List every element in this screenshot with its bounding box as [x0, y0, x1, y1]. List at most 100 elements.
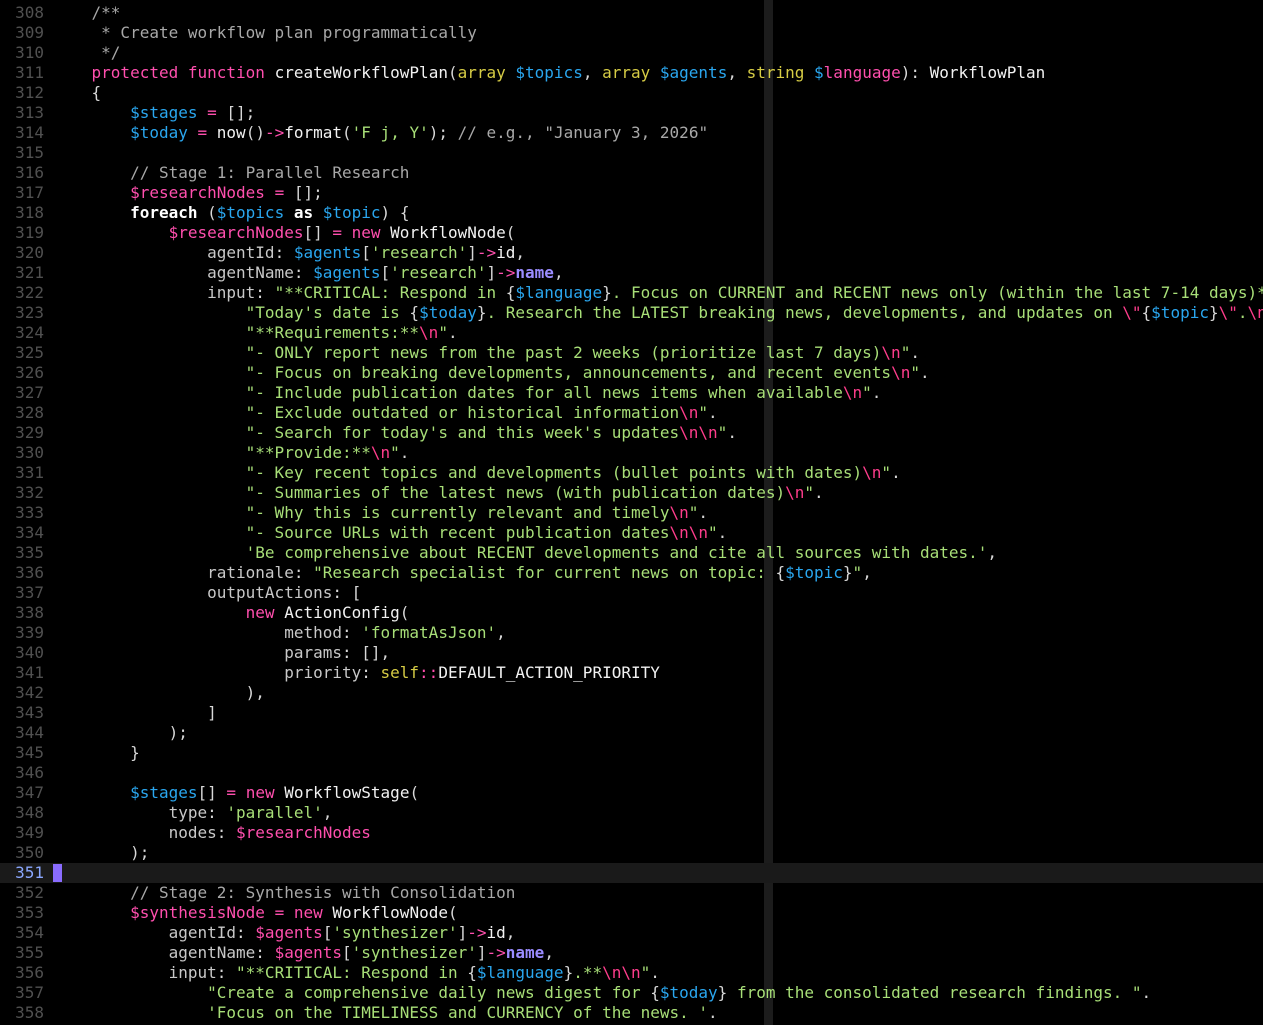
code-line[interactable]: 338 new ActionConfig(: [0, 603, 1263, 623]
code-line[interactable]: 335 'Be comprehensive about RECENT devel…: [0, 543, 1263, 563]
code-line[interactable]: 310 */: [0, 43, 1263, 63]
code-line[interactable]: 355 agentName: $agents['synthesizer']->n…: [0, 943, 1263, 963]
code-line[interactable]: 354 agentId: $agents['synthesizer']->id,: [0, 923, 1263, 943]
code-text[interactable]: "- Source URLs with recent publication d…: [53, 523, 728, 543]
code-line[interactable]: 317 $researchNodes = [];: [0, 183, 1263, 203]
code-line[interactable]: 349 nodes: $researchNodes: [0, 823, 1263, 843]
code-text[interactable]: "Create a comprehensive daily news diges…: [53, 983, 1151, 1003]
code-line[interactable]: 327 "- Include publication dates for all…: [0, 383, 1263, 403]
code-line[interactable]: 328 "- Exclude outdated or historical in…: [0, 403, 1263, 423]
code-text[interactable]: $stages = [];: [53, 103, 255, 123]
code-line[interactable]: 334 "- Source URLs with recent publicati…: [0, 523, 1263, 543]
code-text[interactable]: /**: [53, 3, 121, 23]
code-line[interactable]: 332 "- Summaries of the latest news (wit…: [0, 483, 1263, 503]
code-text[interactable]: 'Focus on the TIMELINESS and CURRENCY of…: [53, 1003, 718, 1023]
code-line[interactable]: 314 $today = now()->format('F j, Y'); //…: [0, 123, 1263, 143]
code-line[interactable]: 320 agentId: $agents['research']->id,: [0, 243, 1263, 263]
code-line[interactable]: 326 "- Focus on breaking developments, a…: [0, 363, 1263, 383]
code-line[interactable]: 345 }: [0, 743, 1263, 763]
code-text[interactable]: "- Focus on breaking developments, annou…: [53, 363, 930, 383]
code-line[interactable]: 329 "- Search for today's and this week'…: [0, 423, 1263, 443]
code-text[interactable]: rationale: "Research specialist for curr…: [53, 563, 872, 583]
code-text[interactable]: $today = now()->format('F j, Y'); // e.g…: [53, 123, 708, 143]
code-text[interactable]: agentId: $agents['synthesizer']->id,: [53, 923, 516, 943]
code-line[interactable]: 344 );: [0, 723, 1263, 743]
code-text[interactable]: nodes: $researchNodes: [53, 823, 371, 843]
code-line[interactable]: 333 "- Why this is currently relevant an…: [0, 503, 1263, 523]
code-text[interactable]: new ActionConfig(: [53, 603, 410, 623]
code-text[interactable]: agentId: $agents['research']->id,: [53, 243, 525, 263]
current-code-line[interactable]: 351: [0, 863, 1263, 883]
code-line[interactable]: 341 priority: self::DEFAULT_ACTION_PRIOR…: [0, 663, 1263, 683]
code-text[interactable]: "**Requirements:**\n".: [53, 323, 458, 343]
code-line[interactable]: 358 'Focus on the TIMELINESS and CURRENC…: [0, 1003, 1263, 1023]
code-text[interactable]: );: [53, 723, 188, 743]
code-text[interactable]: $synthesisNode = new WorkflowNode(: [53, 903, 458, 923]
code-text[interactable]: 'Be comprehensive about RECENT developme…: [53, 543, 997, 563]
code-text[interactable]: "**Provide:**\n".: [53, 443, 410, 463]
code-line[interactable]: 309 * Create workflow plan programmatica…: [0, 23, 1263, 43]
code-text[interactable]: "- Key recent topics and developments (b…: [53, 463, 901, 483]
code-text[interactable]: priority: self::DEFAULT_ACTION_PRIORITY: [53, 663, 660, 683]
code-text[interactable]: "- Summaries of the latest news (with pu…: [53, 483, 824, 503]
code-line[interactable]: 347 $stages[] = new WorkflowStage(: [0, 783, 1263, 803]
code-line[interactable]: 315: [0, 143, 1263, 163]
code-text[interactable]: params: [],: [53, 643, 390, 663]
code-line[interactable]: 312 {: [0, 83, 1263, 103]
code-line[interactable]: 352 // Stage 2: Synthesis with Consolida…: [0, 883, 1263, 903]
code-line[interactable]: 323 "Today's date is {$today}. Research …: [0, 303, 1263, 323]
code-line[interactable]: 321 agentName: $agents['research']->name…: [0, 263, 1263, 283]
code-line[interactable]: 319 $researchNodes[] = new WorkflowNode(: [0, 223, 1263, 243]
code-text[interactable]: $researchNodes = [];: [53, 183, 323, 203]
code-line[interactable]: 330 "**Provide:**\n".: [0, 443, 1263, 463]
code-text[interactable]: $stages[] = new WorkflowStage(: [53, 783, 419, 803]
code-text[interactable]: agentName: $agents['research']->name,: [53, 263, 563, 283]
code-line[interactable]: 331 "- Key recent topics and development…: [0, 463, 1263, 483]
code-line[interactable]: 336 rationale: "Research specialist for …: [0, 563, 1263, 583]
code-text[interactable]: // Stage 2: Synthesis with Consolidation: [53, 883, 515, 903]
code-text[interactable]: "- ONLY report news from the past 2 week…: [53, 343, 920, 363]
code-line[interactable]: 322 input: "**CRITICAL: Respond in {$lan…: [0, 283, 1263, 303]
code-text[interactable]: "- Include publication dates for all new…: [53, 383, 882, 403]
code-line[interactable]: 350 );: [0, 843, 1263, 863]
code-line[interactable]: 356 input: "**CRITICAL: Respond in {$lan…: [0, 963, 1263, 983]
code-line[interactable]: 324 "**Requirements:**\n".: [0, 323, 1263, 343]
code-line[interactable]: 325 "- ONLY report news from the past 2 …: [0, 343, 1263, 363]
code-line[interactable]: 348 type: 'parallel',: [0, 803, 1263, 823]
code-text[interactable]: agentName: $agents['synthesizer']->name,: [53, 943, 554, 963]
code-line[interactable]: 337 outputActions: [: [0, 583, 1263, 603]
code-text[interactable]: "- Why this is currently relevant and ti…: [53, 503, 708, 523]
code-line[interactable]: 339 method: 'formatAsJson',: [0, 623, 1263, 643]
code-text[interactable]: {: [53, 83, 102, 103]
code-line[interactable]: 318 foreach ($topics as $topic) {: [0, 203, 1263, 223]
code-text[interactable]: type: 'parallel',: [53, 803, 333, 823]
code-text[interactable]: ]: [53, 703, 217, 723]
editor-lines[interactable]: 308 /** 309 * Create workflow plan progra…: [0, 3, 1263, 1023]
code-line[interactable]: 343 ]: [0, 703, 1263, 723]
code-text[interactable]: // Stage 1: Parallel Research: [53, 163, 409, 183]
code-text[interactable]: );: [53, 843, 149, 863]
code-text[interactable]: ),: [53, 683, 265, 703]
code-line[interactable]: 308 /**: [0, 3, 1263, 23]
code-text[interactable]: * Create workflow plan programmatically: [53, 23, 477, 43]
code-text[interactable]: "Today's date is {$today}. Research the …: [53, 303, 1263, 323]
code-text[interactable]: "- Search for today's and this week's up…: [53, 423, 737, 443]
code-line[interactable]: 357 "Create a comprehensive daily news d…: [0, 983, 1263, 1003]
code-text[interactable]: method: 'formatAsJson',: [53, 623, 506, 643]
code-text[interactable]: input: "**CRITICAL: Respond in {$languag…: [53, 963, 660, 983]
code-text[interactable]: outputActions: [: [53, 583, 361, 603]
code-line[interactable]: 311 protected function createWorkflowPla…: [0, 63, 1263, 83]
code-line[interactable]: 342 ),: [0, 683, 1263, 703]
code-text[interactable]: */: [53, 43, 120, 63]
code-line[interactable]: 346: [0, 763, 1263, 783]
code-line[interactable]: 316 // Stage 1: Parallel Research: [0, 163, 1263, 183]
code-line[interactable]: 313 $stages = [];: [0, 103, 1263, 123]
code-text[interactable]: $researchNodes[] = new WorkflowNode(: [53, 223, 516, 243]
code-text[interactable]: input: "**CRITICAL: Respond in {$languag…: [53, 283, 1263, 303]
code-line[interactable]: 340 params: [],: [0, 643, 1263, 663]
code-text[interactable]: protected function createWorkflowPlan(ar…: [53, 63, 1046, 83]
code-text[interactable]: foreach ($topics as $topic) {: [53, 203, 409, 223]
code-text[interactable]: "- Exclude outdated or historical inform…: [53, 403, 718, 423]
code-editor[interactable]: 308 /** 309 * Create workflow plan progra…: [0, 0, 1263, 1025]
code-line[interactable]: 353 $synthesisNode = new WorkflowNode(: [0, 903, 1263, 923]
